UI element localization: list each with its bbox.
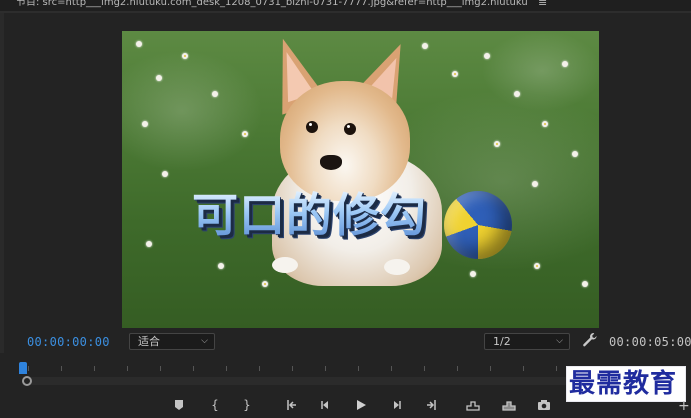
mark-in-icon[interactable]: { [206,396,224,414]
flower [156,75,162,81]
toy-ball [444,191,512,259]
dog-paw [272,257,298,273]
program-monitor-viewer[interactable]: 可口的修勾 [122,31,599,328]
ruler-tick [94,366,95,371]
watermark-text: 最需教育 [569,369,678,399]
step-forward-icon[interactable] [388,396,406,414]
flower [484,53,490,59]
flower [534,263,540,269]
current-timecode[interactable]: 00:00:00:00 [27,335,110,349]
ruler-tick [193,366,194,371]
watermark-logo: 最需教育 [566,366,686,402]
ruler-tick [391,366,392,371]
flower [142,121,148,127]
ruler-tick [28,366,29,371]
ruler-tick [358,366,359,371]
dog-nose [320,155,342,170]
header-divider [0,11,691,13]
step-back-icon[interactable] [316,396,334,414]
ruler-tick [61,366,62,371]
ruler-tick [490,366,491,371]
playback-resolution-select[interactable]: 1/2 ⌵ [484,333,570,350]
flower [542,121,548,127]
add-marker-icon[interactable] [170,396,188,414]
mark-out-icon[interactable]: } [238,396,256,414]
ruler-tick [160,366,161,371]
flower [452,71,458,77]
ruler-tick [556,366,557,371]
flower [262,281,268,287]
flower [162,171,168,177]
flower [182,53,188,59]
panel-left-edge [0,13,4,353]
flower [494,141,500,147]
flower [212,91,218,97]
playback-resolution-value: 1/2 [493,335,511,348]
zoom-level-select[interactable]: 适合 ⌵ [129,333,215,350]
flower [532,181,538,187]
flower [562,61,568,67]
add-button[interactable]: + [678,398,690,414]
dog-eye-left [306,121,318,133]
hamburger-icon[interactable]: ≡ [538,0,547,9]
ruler-tick [127,366,128,371]
flower [242,131,248,137]
flower [422,43,428,49]
ruler-tick [424,366,425,371]
ruler-tick [226,366,227,371]
panel-header: 节目: src=http___img2.niutuku.com_desk_120… [0,0,691,11]
program-monitor-title: 节目: src=http___img2.niutuku.com_desk_120… [16,0,528,8]
wrench-icon[interactable] [582,332,600,350]
duration-timecode: 00:00:05:00 [609,335,691,349]
ruler-tick [259,366,260,371]
flower [470,271,476,277]
dog-eye-right [344,123,356,135]
flower [514,91,520,97]
flower [582,281,588,287]
ruler-tick [523,366,524,371]
dog-paw [384,259,410,275]
ruler-tick [325,366,326,371]
ruler-tick [457,366,458,371]
title-overlay-text[interactable]: 可口的修勾 [192,189,427,241]
dog-head [280,81,410,201]
chevron-down-icon: ⌵ [556,336,563,346]
insert-icon[interactable] [464,396,482,414]
flower [136,41,142,47]
overwrite-icon[interactable] [500,396,518,414]
playhead-indicator[interactable] [19,362,27,374]
scroll-handle[interactable] [22,376,32,386]
flower [572,151,578,157]
go-to-in-icon[interactable] [283,396,301,414]
export-frame-icon[interactable] [535,396,553,414]
zoom-level-value: 适合 [138,335,160,348]
ruler-tick [292,366,293,371]
chevron-down-icon: ⌵ [201,336,208,346]
flower [146,241,152,247]
play-icon[interactable] [352,396,370,414]
flower [218,263,224,269]
go-to-out-icon[interactable] [422,396,440,414]
